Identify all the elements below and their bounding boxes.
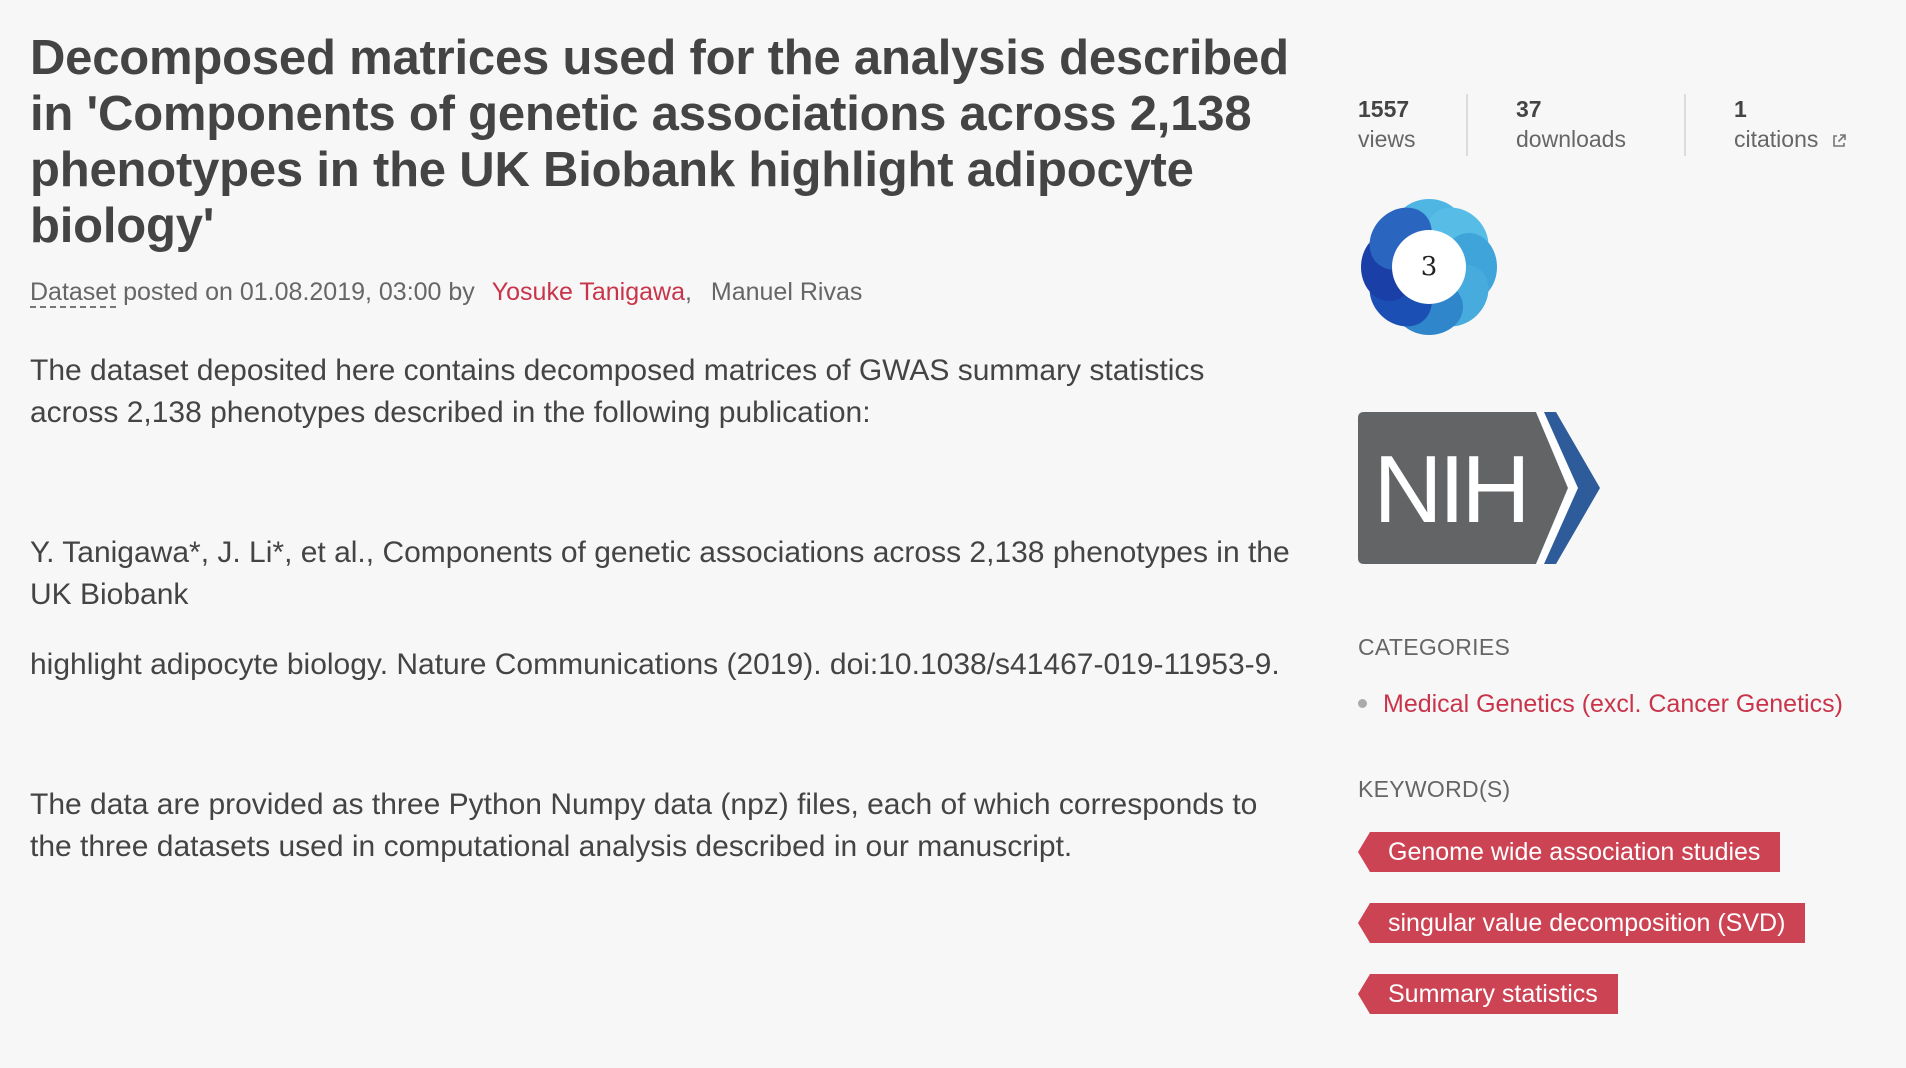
main-content: Decomposed matrices used for the analysi… — [30, 30, 1300, 868]
author-name: Manuel Rivas — [710, 278, 863, 306]
stats-bar: 1557 views 37 downloads 1 citations — [1358, 94, 1847, 156]
description-paragraph: The dataset deposited here contains deco… — [30, 354, 1205, 429]
citations-count: 1 — [1734, 96, 1747, 122]
external-link-icon[interactable] — [1831, 133, 1847, 149]
keyword-tag[interactable]: Summary statistics — [1358, 974, 1618, 1014]
downloads-stat: 37 downloads — [1468, 94, 1684, 156]
description-paragraph: highlight adipocyte biology. Nature Comm… — [30, 648, 1280, 681]
citations-label[interactable]: citations — [1734, 126, 1818, 152]
downloads-label: downloads — [1516, 126, 1626, 152]
page-title: Decomposed matrices used for the analysi… — [30, 31, 1289, 253]
keyword-tag[interactable]: singular value decomposition (SVD) — [1358, 903, 1806, 943]
item-type-label[interactable]: Dataset — [30, 278, 117, 308]
citations-stat[interactable]: 1 citations — [1686, 94, 1847, 156]
altmetric-score: 3 — [1420, 252, 1438, 282]
views-count: 1557 — [1358, 96, 1410, 122]
views-stat: 1557 views — [1358, 94, 1466, 156]
item-meta: Dataset posted on 01.08.2019, 03:00 by Y… — [30, 276, 1300, 308]
item-description: The dataset deposited here contains deco… — [30, 350, 1300, 868]
posted-date-text: posted on 01.08.2019, 03:00 by — [116, 278, 475, 306]
categories-heading: CATEGORIES — [1358, 634, 1511, 660]
category-item: Medical Genetics (excl. Cancer Genetics) — [1358, 690, 1843, 719]
keywords-heading: KEYWORD(S) — [1358, 776, 1511, 802]
author-link[interactable]: Yosuke Tanigawa — [492, 278, 685, 306]
views-label: views — [1358, 126, 1416, 152]
altmetric-badge[interactable]: 3 — [1358, 196, 1500, 338]
author-separator: , — [684, 278, 692, 306]
description-paragraph: The data are provided as three Python Nu… — [30, 788, 1258, 863]
downloads-count: 37 — [1516, 96, 1542, 122]
bullet-icon — [1358, 698, 1367, 708]
keyword-tag[interactable]: Genome wide association studies — [1358, 832, 1781, 872]
nih-logo: NIH — [1358, 412, 1600, 564]
category-link[interactable]: Medical Genetics (excl. Cancer Genetics) — [1383, 690, 1843, 718]
description-paragraph: Y. Tanigawa*, J. Li*, et al., Components… — [30, 536, 1290, 611]
nih-logo-text: NIH — [1373, 436, 1526, 543]
